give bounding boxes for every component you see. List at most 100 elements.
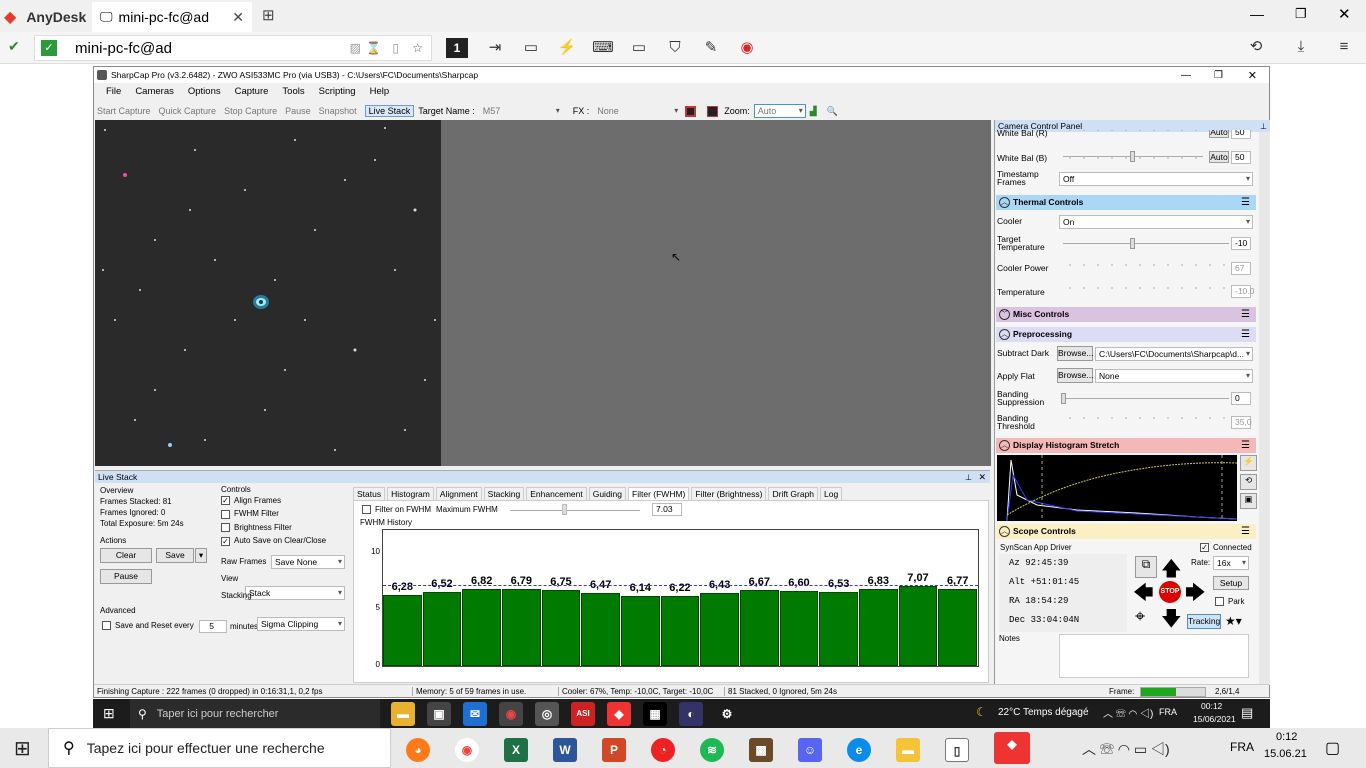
section-menu-icon[interactable]: ☰ [1241,327,1250,342]
timestamp-select[interactable]: Off [1059,172,1253,186]
app-icon[interactable]: ▦ [643,702,667,726]
color-box-icon[interactable] [685,105,697,117]
menu-icon[interactable]: ≡ [1333,38,1355,56]
goto-icon[interactable]: ⧉ [1135,556,1157,578]
local-anydesk-icon[interactable]: ◆ [994,732,1030,764]
reset-icon[interactable]: ⟲ [1240,474,1257,490]
menu-cameras[interactable]: Cameras [135,86,174,97]
align-frames-checkbox[interactable]: ✓ Align Frames [221,496,345,506]
tracking-button[interactable]: Tracking [1187,614,1221,629]
misc-controls-header[interactable]: ﹀ Misc Controls ☰ [996,307,1256,322]
ccp-scrollbar[interactable] [1259,132,1270,685]
zoom-select[interactable]: Auto [753,104,806,118]
save-disk-icon[interactable]: ▣ [1240,493,1257,509]
remote-tray-icons[interactable]: ︿ ☏ ◠ ◁) [1103,705,1153,720]
sc-maximize-icon[interactable]: ❐ [1214,70,1223,81]
excel-icon[interactable]: X [504,738,528,762]
minimize-icon[interactable]: — [1250,6,1264,22]
thermal-controls-header[interactable]: ︿ Thermal Controls ☰ [996,195,1256,210]
raw-frames-select[interactable]: Save None [271,555,345,569]
target-temp-value[interactable]: -10 [1231,237,1251,250]
wb-r-auto-button[interactable]: Auto [1209,130,1229,138]
rate-select[interactable]: 16x [1213,556,1249,570]
local-start-icon[interactable]: ⊞ [14,736,31,761]
band-sup-slider[interactable] [1063,398,1229,399]
wb-b-auto-button[interactable]: Auto [1209,151,1229,163]
favorite-star-icon[interactable]: ☆ [412,41,423,55]
pause-button[interactable]: Pause [285,106,311,116]
tab-drift-graph[interactable]: Drift Graph [768,487,819,500]
sharpcap-taskbar-icon[interactable]: ◎ [535,702,559,726]
clear-button[interactable]: Clear [100,548,152,563]
east-arrow-icon[interactable]: 🡆 [1185,578,1206,612]
quick-capture-button[interactable]: Quick Capture [159,106,217,116]
tab-filter-fwhm[interactable]: Filter (FWHM) [628,487,690,500]
menu-capture[interactable]: Capture [235,86,269,97]
tab-log[interactable]: Log [820,487,843,500]
section-menu-icon[interactable]: ☰ [1241,307,1250,322]
chrome-icon[interactable]: ◉ [499,702,523,726]
snapshot-button[interactable]: Snapshot [319,106,357,116]
fx-select[interactable]: None [593,104,681,118]
maximize-icon[interactable]: ❐ [1295,6,1307,22]
switch-sides-icon[interactable]: ⇥ [484,39,506,57]
minutes-input[interactable]: 5 [199,620,227,633]
tab-alignment[interactable]: Alignment [435,487,482,500]
local-search-box[interactable]: ⚲ Tapez ici pour effectuer une recherche [48,728,391,768]
menu-file[interactable]: File [106,86,121,97]
local-lang[interactable]: FRA [1230,740,1254,754]
zoom-magnifier-icon[interactable]: 🔍 [827,106,838,117]
tab-guiding[interactable]: Guiding [588,487,627,500]
remote-weather[interactable]: 22°C Temps dégagé [998,707,1089,718]
stop-capture-button[interactable]: Stop Capture [224,106,277,116]
autosave-checkbox[interactable]: ✓ Auto Save on Clear/Close [221,536,345,546]
tab-filter-brightness[interactable]: Filter (Brightness) [691,487,767,500]
scope-controls-header[interactable]: ︿ Scope Controls ☰ [996,524,1256,539]
save-dropdown-icon[interactable]: ▾ [195,548,207,563]
explorer-icon[interactable]: ▬ [391,702,415,726]
tab-stacking[interactable]: Stacking [483,487,525,500]
max-fwhm-thumb[interactable] [562,504,567,515]
sc-minimize-icon[interactable]: — [1181,70,1191,81]
section-menu-icon[interactable]: ☰ [1241,195,1250,210]
remote-search-box[interactable]: ⚲ Taper ici pour rechercher [130,699,380,728]
live-close-icon[interactable]: ✕ [978,472,986,483]
anydesk-taskbar-icon[interactable]: ◆ [607,702,631,726]
chat-icon[interactable]: ▭ [520,39,542,57]
display-icon[interactable]: ▭ [628,39,650,57]
spotify-icon[interactable]: ≋ [700,738,724,762]
live-pin-icon[interactable]: ⊥ [965,473,972,482]
tab-status[interactable]: Status [353,487,386,500]
notes-field[interactable] [1059,634,1249,678]
tracking-star-icon[interactable]: ★▾ [1225,614,1242,628]
stop-button[interactable]: STOP [1159,581,1181,603]
remote-start-icon[interactable]: ⊞ [103,705,115,722]
brightness-filter-checkbox[interactable]: Brightness Filter [221,523,345,533]
word-icon[interactable]: W [553,738,577,762]
remote-lang[interactable]: FRA [1159,707,1177,717]
view-select[interactable]: Stack [245,586,345,600]
wb-r-slider[interactable] [1063,130,1203,136]
target-temp-slider[interactable] [1063,243,1229,244]
new-tab-icon[interactable]: ⊞ [262,6,275,24]
band-sup-thumb[interactable] [1061,393,1066,404]
draw-pen-icon[interactable]: ✎ [700,39,722,57]
history-icon[interactable]: ⟲ [1245,38,1267,56]
band-sup-value[interactable]: 0 [1231,392,1251,405]
flat-browse-button[interactable]: Browse... [1057,368,1093,383]
histogram-display[interactable] [997,455,1238,522]
start-capture-button[interactable]: Start Capture [97,106,151,116]
tab-histogram[interactable]: Histogram [387,487,434,500]
address-field[interactable]: ✓ mini-pc-fc@ad ▨ ⌛ ▯ ☆ [34,35,432,61]
permissions-shield-icon[interactable]: ⛉ [664,39,686,57]
tab-enhancement[interactable]: Enhancement [526,487,587,500]
stacking-select[interactable]: Sigma Clipping [257,617,345,631]
max-fwhm-value[interactable]: 7.03 [652,503,682,516]
menu-scripting[interactable]: Scripting [319,86,356,97]
wb-r-value[interactable]: 50 [1231,130,1251,139]
keyboard-icon[interactable]: ⌨ [592,39,614,57]
local-explorer-icon[interactable]: ▬ [896,738,920,762]
local-notification-icon[interactable]: ▢ [1325,738,1340,758]
session-tab[interactable]: 🖵 mini-pc-fc@ad ✕ [92,2,252,32]
south-arrow-icon[interactable]: 🡇 [1161,604,1182,638]
